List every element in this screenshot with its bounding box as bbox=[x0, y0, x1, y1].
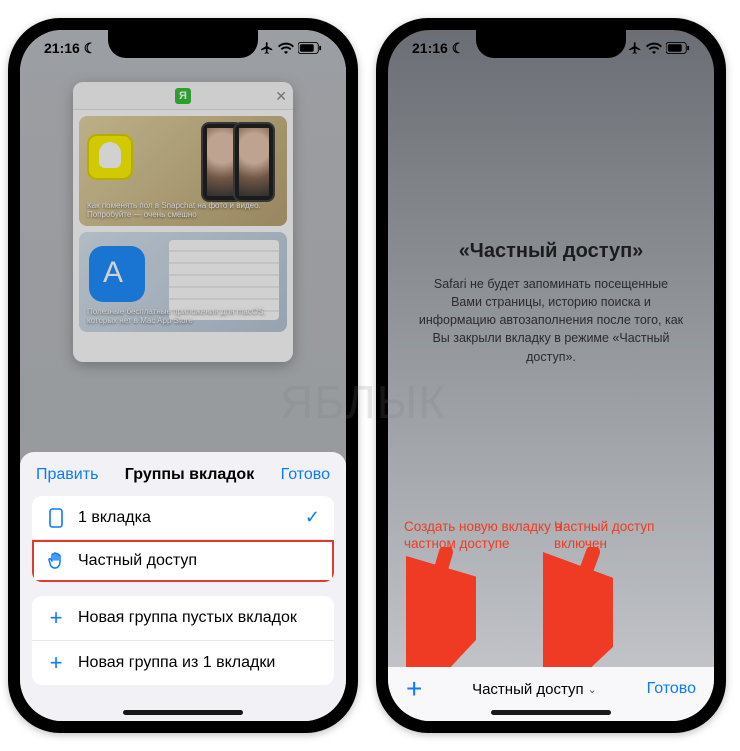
phone-left: 21:16 ☾ Я ✕ Как поменять пол в Snapchat … bbox=[8, 18, 358, 733]
wifi-icon bbox=[278, 42, 294, 54]
done-button[interactable]: Готово bbox=[281, 466, 330, 484]
arrow-icon bbox=[406, 547, 476, 667]
group-new: + Новая группа пустых вкладок + Новая гр… bbox=[32, 596, 334, 685]
screen-right: 21:16 ☾ «Частный доступ» Safari не будет… bbox=[388, 30, 714, 721]
row-private[interactable]: Частный доступ bbox=[32, 539, 334, 582]
check-icon: ✓ bbox=[305, 507, 320, 528]
row-private-label: Частный доступ bbox=[78, 552, 197, 570]
notch bbox=[476, 30, 626, 58]
battery-icon bbox=[666, 42, 690, 54]
chevron-down-icon: ⌄ bbox=[588, 683, 597, 696]
plus-icon: + bbox=[46, 652, 66, 674]
bottom-toolbar: + Частный доступ ⌄ Готово bbox=[388, 667, 714, 721]
hand-icon bbox=[46, 551, 66, 571]
status-right bbox=[260, 41, 322, 55]
airplane-icon bbox=[260, 41, 274, 55]
edit-button[interactable]: Править bbox=[36, 466, 98, 484]
tab-group-label: Частный доступ bbox=[472, 681, 584, 698]
new-tab-button[interactable]: + bbox=[406, 675, 422, 703]
annotation-enabled: Частный доступ включен bbox=[554, 519, 694, 553]
row-tabs-label: 1 вкладка bbox=[78, 509, 151, 527]
private-mode-info: «Частный доступ» Safari не будет запомин… bbox=[388, 240, 714, 366]
tabs-icon bbox=[46, 508, 66, 528]
arrow-icon bbox=[543, 547, 613, 667]
airplane-icon bbox=[628, 41, 642, 55]
group-existing: 1 вкладка ✓ Частный доступ bbox=[32, 496, 334, 582]
annotation-create: Создать новую вкладку в частном доступе bbox=[404, 519, 574, 553]
battery-icon bbox=[298, 42, 322, 54]
status-right bbox=[628, 41, 690, 55]
sheet-title: Группы вкладок bbox=[125, 466, 254, 484]
private-title: «Частный доступ» bbox=[418, 240, 684, 263]
notch bbox=[108, 30, 258, 58]
row-new-empty[interactable]: + Новая группа пустых вкладок bbox=[32, 596, 334, 640]
home-indicator bbox=[491, 710, 611, 715]
status-time: 21:16 ☾ bbox=[44, 40, 96, 57]
screen-left: 21:16 ☾ Я ✕ Как поменять пол в Snapchat … bbox=[20, 30, 346, 721]
row-new-empty-label: Новая группа пустых вкладок bbox=[78, 609, 297, 627]
done-button[interactable]: Готово bbox=[647, 680, 696, 698]
home-indicator bbox=[123, 710, 243, 715]
tab-group-selector[interactable]: Частный доступ ⌄ bbox=[472, 681, 597, 698]
wifi-icon bbox=[646, 42, 662, 54]
private-body: Safari не будет запоминать посещенные Ва… bbox=[418, 275, 684, 366]
row-new-from[interactable]: + Новая группа из 1 вкладки bbox=[32, 640, 334, 685]
tab-groups-sheet: Править Группы вкладок Готово 1 вкладка … bbox=[20, 452, 346, 721]
row-new-from-label: Новая группа из 1 вкладки bbox=[78, 654, 275, 672]
status-time: 21:16 ☾ bbox=[412, 40, 464, 57]
phone-right: 21:16 ☾ «Частный доступ» Safari не будет… bbox=[376, 18, 726, 733]
row-tabs[interactable]: 1 вкладка ✓ bbox=[32, 496, 334, 539]
plus-icon: + bbox=[46, 607, 66, 629]
